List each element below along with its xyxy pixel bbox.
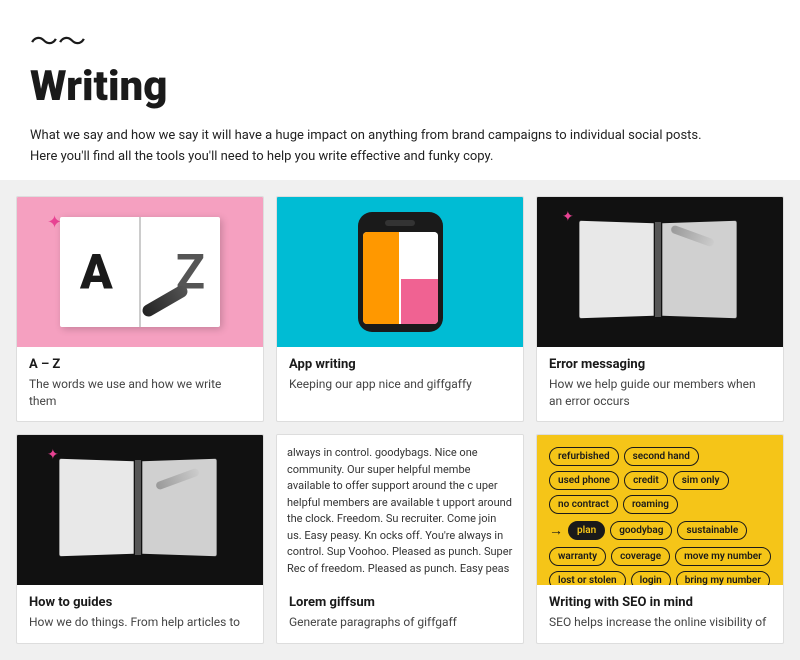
tag-refurbished: refurbished [549,447,619,466]
tag-plan: plan [568,521,605,540]
card-lorem-image: always in control. goodybags. Nice one c… [277,435,523,585]
card-guides-title: How to guides [29,595,251,610]
card-error-body: Error messaging How we help guide our me… [537,347,783,422]
arrow-icon: → [549,522,563,539]
writing-icon: 〜〜 [30,20,770,60]
card-how-to-guides[interactable]: ✦ How to guides How we do things. From h… [16,434,264,644]
book-left-page [579,221,653,319]
lorem-body: always in control. goodybags. Nice one c… [287,446,512,575]
open-book [580,222,740,322]
phone-notch [385,220,415,226]
tag-move-my-number: move my number [675,547,771,566]
tag-warranty: warranty [549,547,606,566]
card-app-image [277,197,523,347]
card-az[interactable]: ✦ A Z A – Z The words we use and how we … [16,196,264,423]
az-left-letter: A [80,243,113,300]
guides-book [60,460,220,560]
page-description: What we say and how we say it will have … [30,126,710,168]
card-az-body: A – Z The words we use and how we write … [17,347,263,422]
book-spine [655,222,661,317]
phone-screen [363,232,438,324]
phone-mockup [358,212,443,332]
card-error-image: ✦ [537,197,783,347]
tag-goodybag: goodybag [610,521,672,540]
arrow-row: → plan goodybag sustainable [549,521,747,540]
guides-left-page [59,459,133,557]
card-lorem-body: Lorem giffsum Generate paragraphs of gif… [277,585,523,643]
card-error-title: Error messaging [549,357,771,372]
phone-tile-pink [401,279,438,324]
card-lorem-giffsum[interactable]: always in control. goodybags. Nice one c… [276,434,524,644]
card-error-messaging[interactable]: ✦ Error messaging How we help guide our … [536,196,784,423]
phone-tile-orange [363,232,400,324]
card-seo-image: refurbished second hand used phone credi… [537,435,783,585]
guides-marks: ✦ [47,447,59,463]
card-app-title: App writing [289,357,511,372]
tag-used-phone: used phone [549,471,619,490]
error-marks: ✦ [562,209,574,225]
az-pen [140,283,189,318]
tag-sustainable: sustainable [677,521,747,540]
card-az-desc: The words we use and how we write them [29,376,251,410]
tag-second-hand: second hand [624,447,699,466]
card-guides-body: How to guides How we do things. From hel… [17,585,263,643]
card-seo-title: Writing with SEO in mind [549,595,771,610]
az-book: A Z [60,217,220,327]
lorem-text-content: always in control. goodybags. Nice one c… [287,445,513,575]
page-header: 〜〜 Writing What we say and how we say it… [0,0,800,180]
tag-sim-only: sim only [673,471,729,490]
tag-credit: credit [624,471,668,490]
card-writing-seo[interactable]: refurbished second hand used phone credi… [536,434,784,644]
main-content: ✦ A Z A – Z The words we use and how we … [0,180,800,660]
card-lorem-title: Lorem giffsum [289,595,511,610]
card-app-body: App writing Keeping our app nice and gif… [277,347,523,405]
card-seo-desc: SEO helps increase the online visibility… [549,614,771,631]
card-error-desc: How we help guide our members when an er… [549,376,771,410]
card-az-image: ✦ A Z [17,197,263,347]
card-guides-desc: How we do things. From help articles to [29,614,251,631]
card-app-desc: Keeping our app nice and giffgaffy [289,376,511,393]
tag-roaming: roaming [623,495,678,514]
tag-bring-my-number: bring my number [676,571,770,585]
cards-grid: ✦ A Z A – Z The words we use and how we … [16,196,784,644]
card-lorem-desc: Generate paragraphs of giffgaff [289,614,511,631]
tag-lost-or-stolen: lost or stolen [549,571,626,585]
card-app-writing[interactable]: App writing Keeping our app nice and gif… [276,196,524,423]
card-az-title: A – Z [29,357,251,372]
page-title: Writing [30,64,770,110]
page-wrapper: 〜〜 Writing What we say and how we say it… [0,0,800,660]
card-guides-image: ✦ [17,435,263,585]
guides-book-spine [135,460,141,555]
tag-coverage: coverage [611,547,670,566]
phone-tile-white [401,232,438,277]
tag-login: login [631,571,671,585]
card-seo-body: Writing with SEO in mind SEO helps incre… [537,585,783,643]
tag-no-contract: no contract [549,495,618,514]
seo-tags-grid: refurbished second hand used phone credi… [549,447,771,585]
